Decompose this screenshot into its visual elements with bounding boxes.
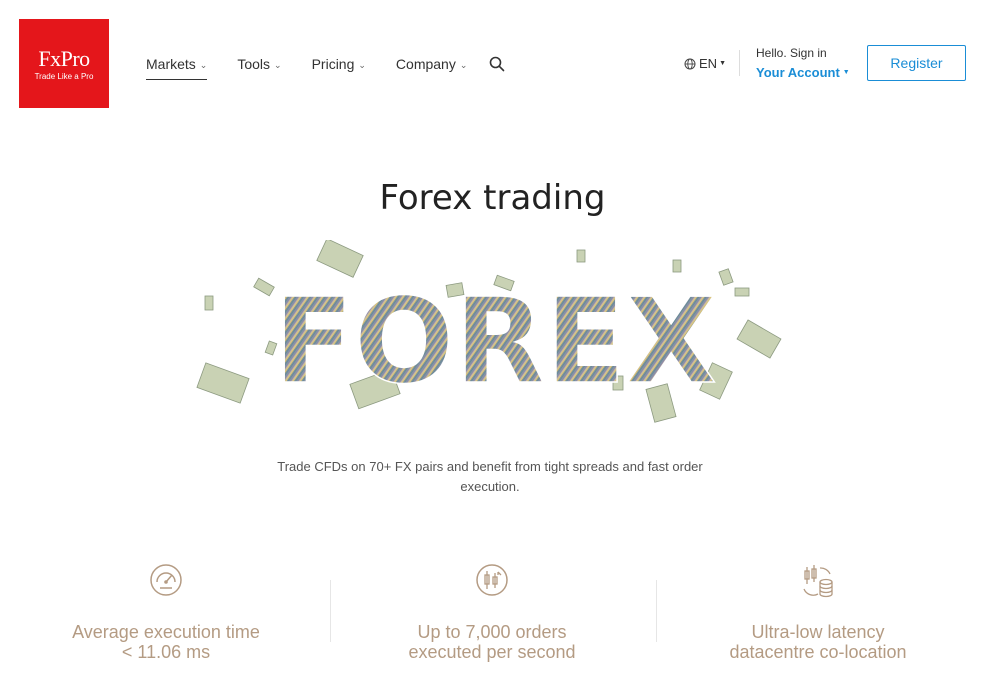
nav-item-label: Pricing [311, 56, 355, 72]
search-icon[interactable] [489, 56, 505, 72]
svg-text:FOREX: FOREX [273, 272, 716, 410]
caret-down-icon: ▼ [719, 60, 726, 67]
chevron-down-icon: ⌄ [358, 60, 366, 70]
candlestick-icon [476, 564, 508, 596]
feature-line: datacentre co-location [729, 642, 907, 662]
nav-item-pricing[interactable]: Pricing ⌄ [312, 54, 366, 80]
chevron-down-icon: ⌄ [459, 60, 468, 70]
language-label: EN [699, 56, 718, 71]
account-label: Your Account [756, 65, 840, 80]
caret-down-icon: ▼ [842, 69, 850, 76]
feature-line: Up to 7,000 orders [417, 622, 567, 642]
datacentre-icon [803, 565, 833, 598]
nav-item-markets[interactable]: Markets ⌄ [146, 54, 208, 80]
feature-divider [656, 580, 657, 642]
feature-line: Ultra-low latency [751, 622, 885, 642]
chevron-down-icon: ⌄ [199, 60, 208, 70]
nav-item-company[interactable]: Company ⌄ [396, 54, 467, 80]
nav-item-label: Tools [237, 56, 271, 72]
forex-hero-image: FOREX [196, 240, 782, 423]
logo-name: FxPro [38, 46, 90, 71]
main-nav: Markets ⌄ Tools ⌄ Pricing ⌄ Company ⌄ [146, 54, 497, 80]
page-title: Forex trading [379, 178, 606, 218]
fxpro-logo[interactable]: FxPro Trade Like a Pro [19, 19, 109, 108]
speedometer-icon [150, 564, 182, 596]
logo-tagline: Trade Like a Pro [34, 72, 94, 81]
globe-icon [684, 58, 696, 69]
sign-in-greeting: Hello. Sign in [756, 46, 827, 60]
header-divider [739, 50, 740, 76]
feature-orders-per-second: Up to 7,000 orders executed per second [372, 562, 612, 662]
register-button[interactable]: Register [867, 45, 966, 81]
feature-latency: Ultra-low latency datacentre co-location [698, 562, 938, 662]
nav-item-tools[interactable]: Tools ⌄ [237, 54, 281, 80]
nav-item-label: Markets [146, 56, 196, 72]
feature-execution-time: Average execution time < 11.06 ms [46, 562, 286, 662]
feature-divider [330, 580, 331, 642]
nav-item-label: Company [395, 56, 456, 72]
your-account-link[interactable]: Your Account ▼ [756, 65, 850, 80]
hero-description: Trade CFDs on 70+ FX pairs and benefit f… [277, 459, 703, 494]
language-selector[interactable]: EN ▼ [684, 56, 726, 71]
feature-line: Average execution time [72, 622, 260, 642]
feature-line: executed per second [408, 642, 576, 662]
chevron-down-icon: ⌄ [274, 60, 282, 70]
feature-line: < 11.06 ms [121, 642, 211, 662]
